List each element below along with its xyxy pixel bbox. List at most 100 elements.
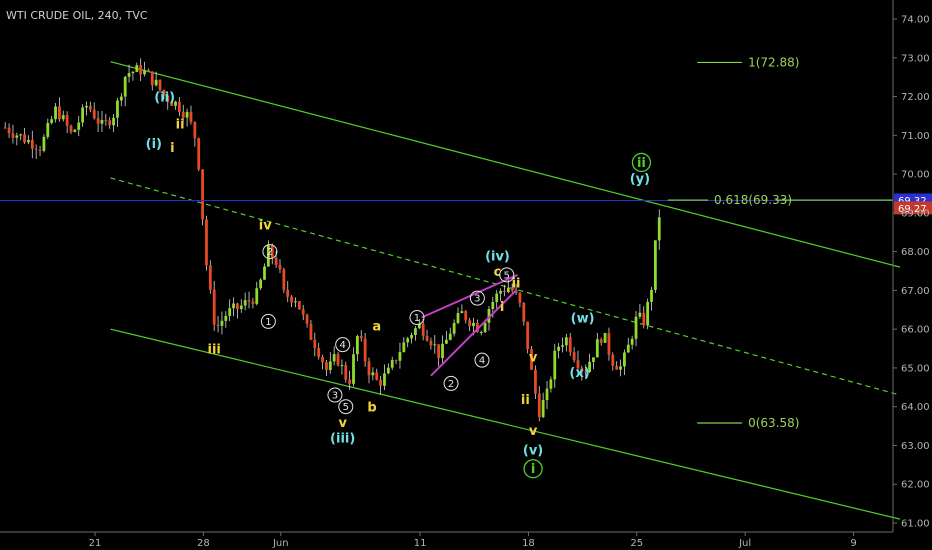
candle-body	[19, 134, 23, 136]
price-tick-label: 73.00	[901, 53, 930, 64]
candle-body	[626, 344, 630, 353]
candle-body	[23, 134, 26, 143]
candle-body	[657, 217, 661, 241]
candle-body	[85, 105, 88, 108]
price-chart[interactable]: 69.3269.27 1(72.88)0.618(69.33)0(63.58) …	[0, 0, 932, 550]
candle-body	[549, 379, 553, 389]
wave-label: (w)	[571, 312, 595, 327]
time-tick-label: 25	[630, 538, 643, 549]
candle-body	[561, 345, 564, 347]
candle-body	[294, 301, 297, 303]
candle-body	[189, 111, 193, 123]
candle-body	[344, 365, 348, 380]
candle-body	[638, 312, 642, 317]
candle-body	[42, 136, 46, 151]
candle-body	[390, 360, 394, 368]
wave-label: (x)	[569, 366, 589, 381]
candle-body	[220, 320, 224, 326]
candle-body	[216, 324, 220, 326]
candle-body	[3, 127, 7, 129]
circled-wave-label: 4	[479, 356, 485, 367]
candle-body	[568, 337, 572, 353]
candle-body	[503, 290, 506, 293]
candle-body	[77, 122, 81, 130]
wave-label: b	[367, 401, 376, 416]
price-tick-label: 66.00	[901, 325, 930, 336]
candle-body	[197, 138, 201, 170]
candle-body	[425, 335, 429, 341]
candle-body	[69, 125, 73, 132]
price-tick-label: 71.00	[901, 131, 930, 142]
candle-body	[386, 367, 390, 374]
candle-body	[147, 70, 150, 72]
candle-body	[495, 293, 499, 303]
candle-body	[499, 290, 502, 294]
candle-body	[607, 333, 611, 355]
candle-body	[414, 328, 417, 335]
price-tick-label: 70.00	[901, 170, 930, 181]
candle-body	[479, 332, 483, 334]
candle-body	[263, 266, 266, 280]
wave-label: v	[338, 416, 347, 431]
candle-body	[522, 302, 526, 322]
candle-body	[383, 373, 386, 386]
candle-body	[646, 301, 650, 326]
candle-body	[11, 133, 15, 138]
candle-body	[57, 106, 61, 120]
candle-body	[363, 338, 367, 362]
candle-body	[243, 300, 247, 306]
wave-label: ii	[521, 393, 530, 408]
fib-label: 1(72.88)	[748, 55, 799, 69]
wave-label: (iii)	[330, 432, 355, 447]
fib-label: 0.618(69.33)	[714, 193, 792, 207]
price-tick-label: 72.00	[901, 92, 930, 103]
price-tick-label: 64.00	[901, 402, 930, 413]
candle-body	[193, 122, 197, 139]
candle-body	[456, 313, 460, 323]
candle-body	[119, 96, 123, 101]
candle-body	[410, 334, 413, 339]
candle-body	[421, 323, 425, 336]
candle-body	[623, 352, 626, 367]
chart-title: WTI CRUDE OIL, 240, TVC	[6, 9, 148, 22]
candle-body	[592, 357, 595, 362]
fib-label: 0(63.58)	[748, 416, 799, 430]
price-tick-label: 74.00	[901, 15, 930, 26]
candle-body	[100, 120, 104, 124]
candle-body	[336, 354, 340, 366]
candle-body	[557, 346, 561, 351]
circled-wave-label: 1	[265, 317, 271, 328]
candle-body	[537, 393, 541, 418]
chart-background	[0, 0, 932, 550]
candle-body	[379, 379, 383, 386]
price-tick-label: 62.00	[901, 480, 930, 491]
candle-body	[108, 120, 112, 126]
wave-label: a	[372, 319, 381, 334]
wave-label: i	[500, 300, 504, 315]
candle-body	[212, 289, 216, 325]
candle-body	[433, 344, 437, 346]
candle-body	[185, 111, 189, 118]
candle-body	[208, 265, 212, 290]
candle-body	[297, 301, 301, 310]
candle-body	[460, 311, 464, 314]
candle-body	[441, 343, 444, 359]
candle-body	[309, 323, 313, 340]
candle-body	[135, 65, 139, 72]
candle-body	[46, 122, 50, 137]
candle-body	[34, 148, 38, 150]
candle-body	[143, 70, 146, 75]
candle-body	[61, 115, 65, 120]
candle-body	[228, 308, 232, 316]
price-tick-label: 65.00	[901, 363, 930, 374]
candle-body	[239, 305, 243, 310]
candle-body	[259, 279, 263, 289]
candle-body	[599, 339, 603, 343]
candle-body	[251, 301, 255, 304]
candle-body	[595, 339, 599, 358]
wave-label: iii	[208, 343, 221, 358]
candle-body	[437, 344, 441, 359]
time-tick-label: 9	[850, 538, 856, 549]
candle-body	[112, 117, 115, 126]
big-circled-wave-label: ii	[637, 156, 646, 171]
